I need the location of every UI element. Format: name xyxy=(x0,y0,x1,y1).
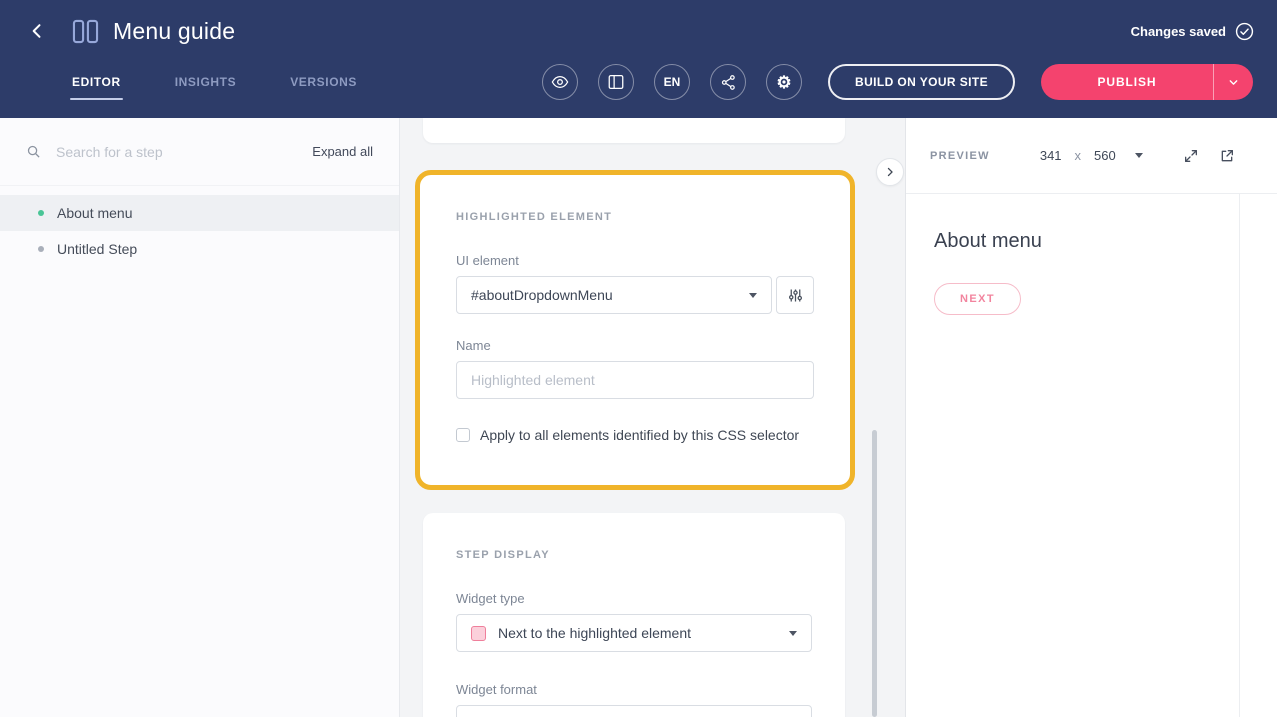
chevron-right-icon xyxy=(884,166,896,178)
share-button[interactable] xyxy=(710,64,746,100)
widget-format-select[interactable] xyxy=(456,705,812,717)
preview-size-dropdown[interactable]: 341 x 560 xyxy=(1040,148,1143,163)
step-bullet-icon xyxy=(38,210,44,216)
header-toolbar-row: EDITOR INSIGHTS VERSIONS EN xyxy=(0,62,1277,102)
section-title: STEP DISPLAY xyxy=(456,549,812,561)
page-title: Menu guide xyxy=(113,18,235,45)
app-header: Menu guide Changes saved EDITOR INSIGHTS… xyxy=(0,0,1277,118)
publish-button[interactable]: PUBLISH xyxy=(1041,64,1213,100)
main-area: Expand all About menu Untitled Step HIGH… xyxy=(0,118,1277,717)
step-item-label: Untitled Step xyxy=(57,241,137,257)
preview-next-button[interactable]: NEXT xyxy=(934,283,1021,315)
chevron-down-icon xyxy=(1228,77,1239,88)
highlighted-element-card: HIGHLIGHTED ELEMENT UI element #aboutDro… xyxy=(415,170,855,490)
share-icon xyxy=(720,74,737,91)
preview-header-icons xyxy=(1183,148,1235,164)
language-label: EN xyxy=(664,75,681,89)
check-circle-icon xyxy=(1235,22,1254,41)
widget-type-select[interactable]: Next to the highlighted element xyxy=(456,614,812,652)
search-icon xyxy=(26,144,41,159)
apply-all-label: Apply to all elements identified by this… xyxy=(480,427,799,443)
changes-saved-label: Changes saved xyxy=(1131,24,1226,39)
step-search-input[interactable] xyxy=(54,143,299,161)
chevron-left-icon xyxy=(27,21,47,41)
widget-format-label: Widget format xyxy=(456,682,812,697)
steps-sidebar: Expand all About menu Untitled Step xyxy=(0,118,400,717)
widget-type-value: Next to the highlighted element xyxy=(498,625,691,641)
preview-scrollbar-track xyxy=(1239,194,1240,717)
gear-icon: ⚙ xyxy=(776,74,791,91)
header-tabs: EDITOR INSIGHTS VERSIONS xyxy=(70,62,359,102)
step-bullet-icon xyxy=(38,246,44,252)
layout-panel-button[interactable] xyxy=(598,64,634,100)
language-button[interactable]: EN xyxy=(654,64,690,100)
preview-header: PREVIEW 341 x 560 xyxy=(906,118,1277,194)
step-search-row: Expand all xyxy=(0,118,399,186)
preview-panel: PREVIEW 341 x 560 xyxy=(905,118,1277,717)
apply-all-checkbox[interactable] xyxy=(456,428,470,442)
step-item-about-menu[interactable]: About menu xyxy=(0,195,399,231)
preview-width-value: 341 xyxy=(1040,148,1062,163)
step-editor-panel: HIGHLIGHTED ELEMENT UI element #aboutDro… xyxy=(400,118,905,717)
header-icon-buttons: EN ⚙ xyxy=(542,64,802,100)
preview-height-value: 560 xyxy=(1094,148,1116,163)
section-title: HIGHLIGHTED ELEMENT xyxy=(456,211,814,223)
highlighted-element-name-input[interactable] xyxy=(456,361,814,399)
ui-element-label: UI element xyxy=(456,253,814,268)
selector-settings-button[interactable] xyxy=(776,276,814,314)
tooltip-widget-icon xyxy=(471,626,486,641)
collapse-preview-button[interactable] xyxy=(876,158,904,186)
preview-step-heading: About menu xyxy=(934,230,1277,253)
header-top-row: Menu guide Changes saved xyxy=(0,0,1277,62)
sliders-icon xyxy=(787,287,804,304)
preview-eye-button[interactable] xyxy=(542,64,578,100)
apply-all-row: Apply to all elements identified by this… xyxy=(456,427,814,443)
editor-scrollbar[interactable] xyxy=(872,430,877,717)
changes-saved-status: Changes saved xyxy=(1131,22,1254,41)
chevron-down-icon xyxy=(1135,153,1143,158)
tab-insights[interactable]: INSIGHTS xyxy=(173,62,238,102)
app-logo-icon xyxy=(72,19,99,44)
tab-versions[interactable]: VERSIONS xyxy=(288,62,359,102)
step-list: About menu Untitled Step xyxy=(0,195,399,267)
step-item-label: About menu xyxy=(57,205,133,221)
publish-dropdown-button[interactable] xyxy=(1213,64,1253,100)
widget-type-label: Widget type xyxy=(456,591,812,606)
preview-title: PREVIEW xyxy=(930,150,990,162)
times-separator: x xyxy=(1075,148,1082,163)
ui-element-select[interactable]: #aboutDropdownMenu xyxy=(456,276,772,314)
build-on-your-site-button[interactable]: BUILD ON YOUR SITE xyxy=(828,64,1015,100)
eye-icon xyxy=(551,73,569,91)
back-button[interactable] xyxy=(24,18,50,44)
columns-icon xyxy=(607,73,625,91)
step-item-untitled-step[interactable]: Untitled Step xyxy=(0,231,399,267)
expand-icon xyxy=(1183,148,1199,164)
name-label: Name xyxy=(456,338,814,353)
step-display-card: STEP DISPLAY Widget type Next to the hig… xyxy=(423,513,845,717)
expand-preview-button[interactable] xyxy=(1183,148,1199,164)
preview-body: About menu NEXT xyxy=(906,194,1277,717)
ui-element-value: #aboutDropdownMenu xyxy=(471,287,613,303)
publish-split-button: PUBLISH xyxy=(1041,64,1253,100)
external-link-icon xyxy=(1219,148,1235,164)
chevron-down-icon xyxy=(789,631,797,636)
ui-element-row: #aboutDropdownMenu xyxy=(456,276,814,314)
expand-all-link[interactable]: Expand all xyxy=(312,144,373,159)
chevron-down-icon xyxy=(749,293,757,298)
open-in-new-tab-button[interactable] xyxy=(1219,148,1235,164)
settings-button[interactable]: ⚙ xyxy=(766,64,802,100)
previous-card-fragment xyxy=(423,118,845,143)
tab-editor[interactable]: EDITOR xyxy=(70,62,123,102)
